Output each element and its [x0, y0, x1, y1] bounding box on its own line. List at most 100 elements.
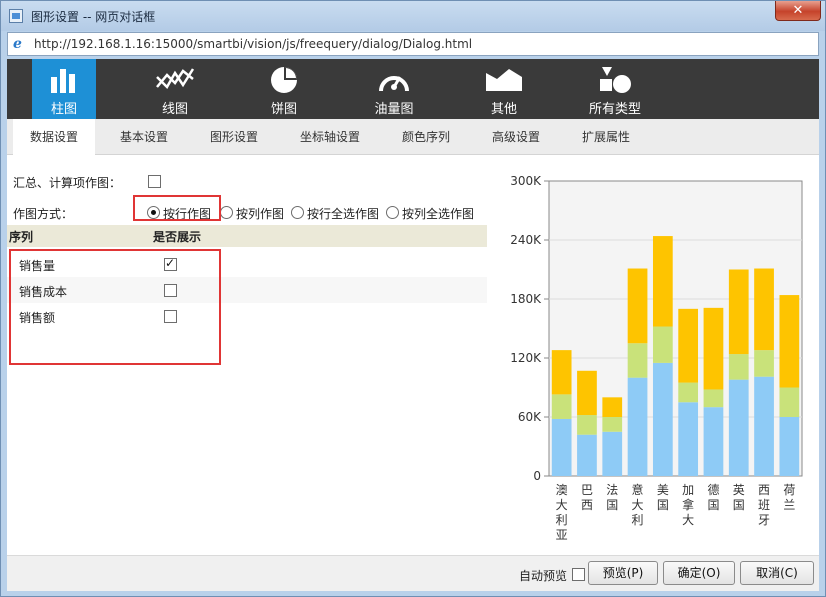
plot-mode-radio-by-column-all[interactable]: [386, 206, 399, 219]
bar-segment: [652, 236, 673, 327]
tab-advanced-settings[interactable]: 高级设置: [475, 119, 557, 155]
x-tick-label: 班: [758, 498, 770, 512]
tab-graphic-settings[interactable]: 图形设置: [193, 119, 275, 155]
bar-segment: [577, 434, 597, 476]
ok-button[interactable]: 确定(O): [663, 561, 735, 585]
x-tick-label: 意: [632, 482, 644, 497]
y-tick-label: 180K: [510, 292, 542, 306]
bar-segment: [703, 407, 724, 476]
chart-type-label: 其他: [490, 102, 517, 117]
x-tick-label: 牙: [758, 513, 770, 527]
chart-type-all[interactable]: 所有类型: [577, 59, 653, 119]
bar-segment: [551, 418, 572, 476]
bar-segment: [678, 402, 699, 476]
series-column-header: 序列: [9, 230, 34, 244]
address-bar: e http://192.168.1.16:15000/smartbi/visi…: [7, 32, 819, 56]
x-tick-label: 英: [733, 483, 745, 497]
shapes-icon: [600, 67, 631, 93]
y-tick-label: 300K: [510, 174, 542, 188]
y-tick-label: 0: [533, 469, 541, 483]
tab-color-series[interactable]: 颜色序列: [385, 119, 467, 155]
bar-segment: [754, 350, 774, 377]
bar-segment: [551, 350, 572, 395]
bar-segment: [779, 387, 800, 417]
bar-segment: [703, 307, 724, 390]
bar-segment: [703, 389, 724, 408]
chart-type-bar-chart[interactable]: 柱图: [32, 59, 96, 119]
ie-icon: e: [13, 36, 22, 52]
highlight-box-plot-mode: [133, 195, 221, 221]
tab-data-settings[interactable]: 数据设置: [13, 119, 95, 156]
window-title: 图形设置 -- 网页对话框: [31, 10, 156, 24]
bar-segment: [779, 417, 800, 476]
plot-mode-label-by-column: 按列作图: [236, 207, 285, 221]
line-chart-icon: [156, 68, 195, 90]
x-tick-label: 国: [707, 498, 719, 512]
x-tick-label: 利: [556, 513, 568, 527]
url-text: http://192.168.1.16:15000/smartbi/vision…: [34, 37, 473, 51]
bar-segment: [627, 268, 648, 344]
area-chart-icon: [486, 69, 522, 91]
x-tick-label: 拿: [682, 497, 694, 512]
close-button[interactable]: ✕: [775, 1, 821, 21]
bar-segment: [577, 415, 597, 435]
plot-mode-label-by-row-all: 按行全选作图: [307, 207, 380, 221]
tab-basic-settings[interactable]: 基本设置: [103, 119, 185, 155]
plot-mode-radio-by-column[interactable]: [220, 206, 233, 219]
plot-mode-label-by-column-all: 按列全选作图: [402, 207, 475, 221]
chart-type-pie-chart[interactable]: 饼图: [252, 59, 316, 119]
auto-preview-label: 自动预览: [519, 569, 568, 583]
summary-label: 汇总、计算项作图：: [13, 176, 122, 190]
preview-button[interactable]: 预览(P): [588, 561, 658, 585]
x-tick-label: 大: [556, 498, 568, 512]
chart-type-label: 所有类型: [588, 102, 641, 117]
chart-type-gauge[interactable]: 油量图: [359, 59, 429, 119]
bar-segment: [602, 397, 623, 417]
cancel-button[interactable]: 取消(C): [740, 561, 814, 585]
dialog-content: 柱图 线图 饼图 油量图 其他 所有类型 数据设置 基本设置 图形设置 坐标轴设…: [7, 59, 819, 591]
auto-preview-checkbox[interactable]: [572, 568, 585, 581]
bar-segment: [551, 394, 572, 419]
bar-segment: [602, 417, 623, 432]
x-tick-label: 法: [606, 483, 618, 497]
chart-type-bar: 柱图 线图 饼图 油量图 其他 所有类型: [7, 59, 819, 119]
x-tick-label: 国: [733, 498, 745, 512]
bar-segment: [652, 362, 673, 476]
tab-axis-settings[interactable]: 坐标轴设置: [289, 119, 371, 155]
x-tick-label: 国: [606, 498, 618, 512]
x-tick-label: 亚: [556, 528, 568, 541]
gauge-icon: [379, 76, 409, 92]
tab-extended-properties[interactable]: 扩展属性: [565, 119, 647, 155]
show-column-header: 是否展示: [153, 230, 202, 244]
x-tick-label: 西: [758, 483, 770, 497]
y-tick-label: 240K: [510, 233, 542, 247]
series-table-header: 序列 是否展示: [7, 225, 487, 247]
dialog-footer: 自动预览 预览(P) 确定(O) 取消(C): [7, 555, 819, 591]
x-tick-label: 荷: [783, 483, 795, 497]
bar-segment: [728, 354, 749, 380]
bar-segment: [728, 269, 749, 355]
bar-segment: [577, 370, 597, 416]
x-tick-label: 兰: [783, 498, 795, 512]
bar-chart-icon: [51, 69, 75, 93]
highlight-box-series: [9, 249, 221, 365]
x-tick-label: 利: [632, 513, 644, 527]
bar-segment: [678, 308, 699, 383]
chart-type-label: 线图: [161, 102, 188, 117]
pie-chart-icon: [271, 67, 297, 93]
chart-type-label: 油量图: [374, 102, 414, 117]
dialog-window: 图形设置 -- 网页对话框 ✕ e http://192.168.1.16:15…: [0, 0, 826, 597]
bar-segment: [678, 382, 699, 403]
bar-segment: [754, 268, 774, 351]
bar-segment: [627, 343, 648, 378]
chart-type-other[interactable]: 其他: [472, 59, 536, 119]
y-tick-label: 120K: [510, 351, 542, 365]
stacked-bar-chart: 060K120K180K240K300K澳大利亚巴西法国意大利美国加拿大德国英国…: [510, 174, 803, 541]
bar-segment: [602, 431, 623, 476]
title-bar[interactable]: 图形设置 -- 网页对话框 ✕: [1, 1, 825, 31]
summary-checkbox[interactable]: [148, 175, 161, 188]
x-tick-label: 国: [657, 498, 669, 512]
chart-type-line-chart[interactable]: 线图: [143, 59, 207, 119]
plot-mode-radio-by-row-all[interactable]: [291, 206, 304, 219]
window-icon: [9, 9, 23, 23]
